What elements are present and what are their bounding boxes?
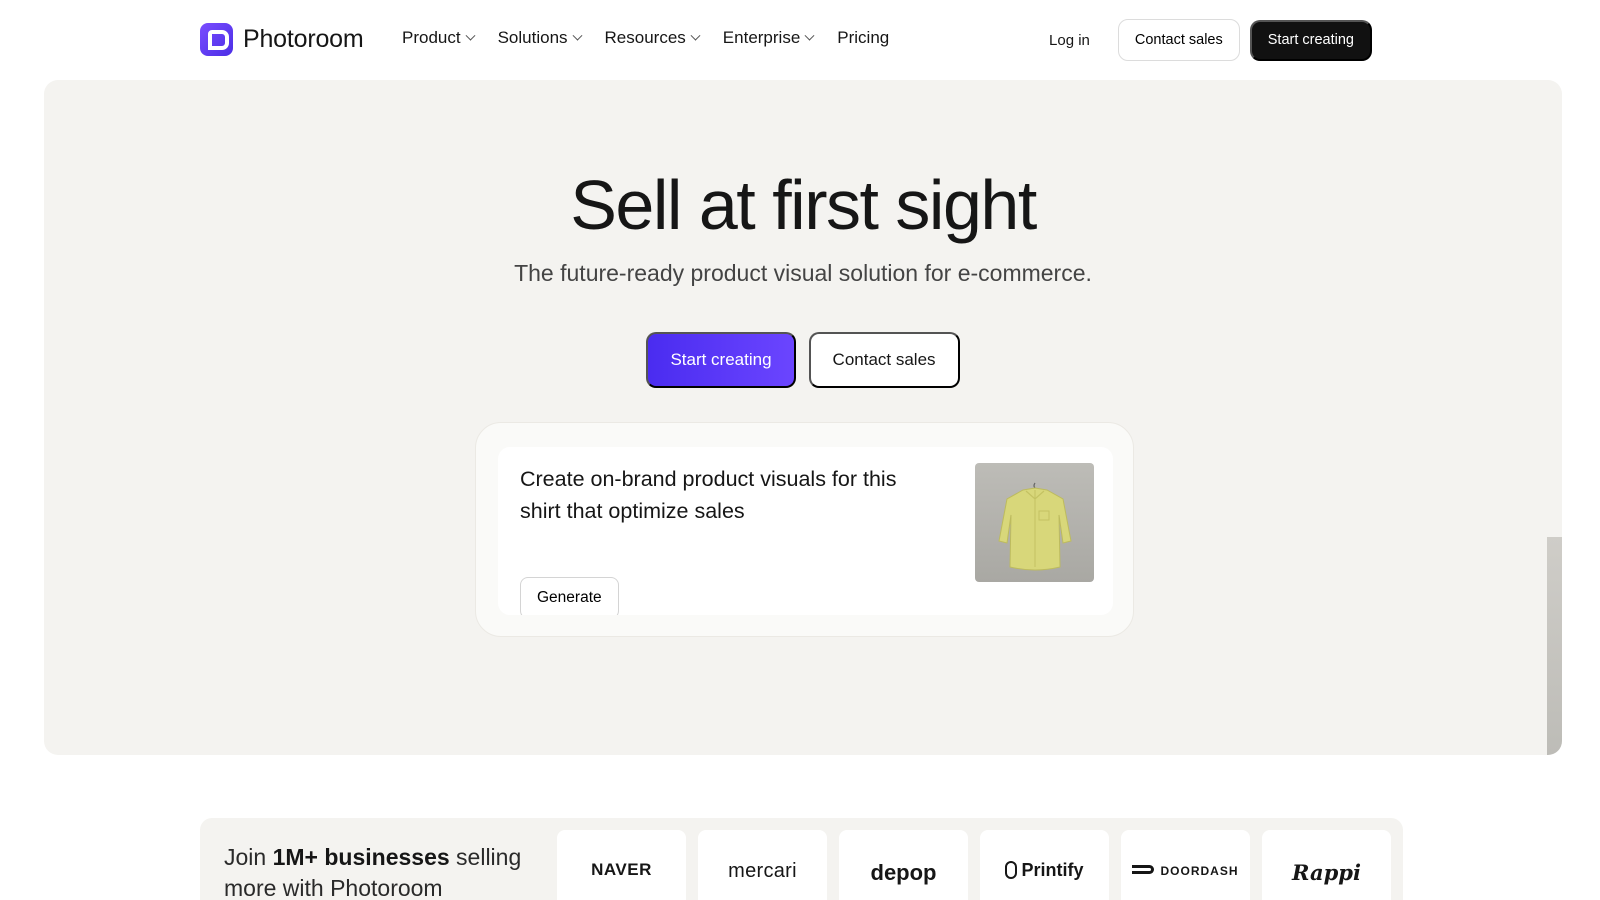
prompt-text[interactable]: Create on-brand product visuals for this…: [520, 463, 940, 527]
printify-mark-icon: [1005, 861, 1018, 879]
menu-pricing-label: Pricing: [837, 28, 890, 47]
chevron-down-icon: [804, 30, 815, 41]
photoroom-logo-icon: [200, 23, 233, 56]
printify-wordmark: Printify: [1021, 860, 1084, 880]
carousel-edge-image: [1547, 537, 1562, 755]
rappi-logo: Rappi: [1292, 860, 1361, 885]
main-menu: Product Solutions Resources Enterprise P…: [402, 28, 889, 48]
mercari-logo: mercari: [728, 860, 797, 882]
depop-logo: depop: [870, 860, 937, 885]
customers-heading-prefix: Join: [224, 844, 273, 870]
doordash-logo: DOORDASH: [1132, 860, 1238, 900]
hero-cta-group: Start creating Contact sales: [44, 332, 1562, 388]
hero-title: Sell at first sight: [570, 166, 1037, 244]
menu-pricing[interactable]: Pricing: [837, 28, 889, 48]
logo-tile-printify: Printify: [980, 830, 1109, 900]
login-link[interactable]: Log in: [1031, 32, 1108, 49]
chevron-down-icon: [572, 30, 582, 41]
logo-tile-naver: NAVER: [557, 830, 686, 900]
hero-contact-sales-button[interactable]: Contact sales: [808, 332, 960, 388]
printify-logo: Printify: [1005, 860, 1084, 900]
nav-start-creating-button[interactable]: Start creating: [1249, 19, 1372, 61]
chevron-down-icon: [690, 30, 701, 41]
menu-product-label: Product: [402, 28, 461, 47]
menu-enterprise-label: Enterprise: [722, 28, 801, 47]
top-nav: Photoroom Product Solutions Resources En…: [0, 0, 1600, 80]
hero-section: Sell at first sight The future-ready pro…: [44, 80, 1562, 755]
logo-tile-rappi: Rappi: [1262, 830, 1391, 900]
menu-resources[interactable]: Resources: [604, 28, 701, 48]
menu-product[interactable]: Product: [402, 28, 476, 48]
doordash-wordmark: DOORDASH: [1160, 864, 1239, 878]
yellow-shirt-image: [998, 482, 1072, 571]
customers-heading-highlight: 1M+ businesses: [272, 844, 450, 870]
prompt-demo: Create on-brand product visuals for this…: [475, 422, 1134, 637]
photoroom-logo[interactable]: Photoroom: [200, 23, 364, 56]
logo-tile-mercari: mercari: [698, 830, 827, 900]
generate-button[interactable]: Generate: [520, 577, 619, 615]
naver-logo: NAVER: [591, 860, 652, 879]
logo-tile-doordash: DOORDASH: [1121, 830, 1250, 900]
hero-subtitle: The future-ready product visual solution…: [514, 260, 1092, 286]
menu-solutions-label: Solutions: [497, 28, 568, 47]
prompt-card: Create on-brand product visuals for this…: [498, 447, 1113, 615]
menu-resources-label: Resources: [604, 28, 686, 47]
menu-enterprise[interactable]: Enterprise: [722, 28, 815, 48]
customer-logos: NAVER mercari depop Printify DOORDASH Ra…: [557, 830, 1391, 900]
nav-contact-sales-button[interactable]: Contact sales: [1117, 19, 1240, 61]
hero-start-creating-button[interactable]: Start creating: [646, 332, 796, 388]
menu-solutions[interactable]: Solutions: [497, 28, 582, 48]
logo-tile-depop: depop: [839, 830, 968, 900]
shirt-thumbnail: [975, 463, 1094, 582]
chevron-down-icon: [465, 30, 476, 41]
doordash-mark-icon: [1132, 865, 1155, 874]
nav-actions: Log in Contact sales Start creating: [1031, 19, 1372, 61]
customers-strip: Join 1M+ businesses selling more with Ph…: [200, 818, 1403, 900]
brand-name: Photoroom: [243, 25, 364, 53]
customers-heading: Join 1M+ businesses selling more with Ph…: [224, 842, 544, 900]
